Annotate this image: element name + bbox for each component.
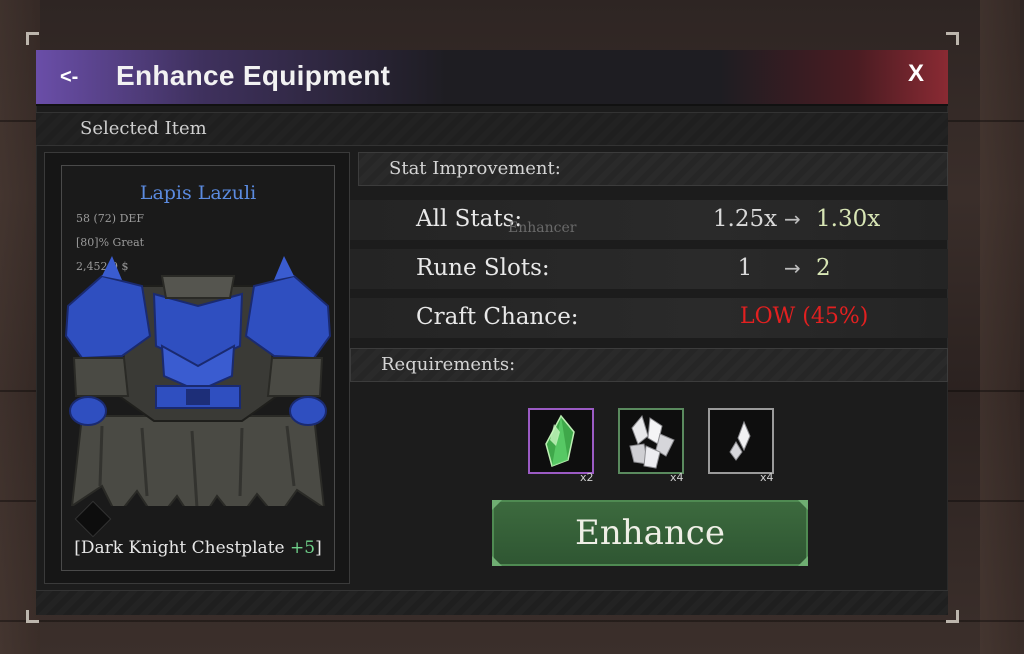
enhance-equipment-window: <- Enhance Equipment X Selected Item Lap… [36,50,948,615]
button-corner [492,556,502,566]
enhance-button-label: Enhance [575,513,725,553]
background-post [980,0,1020,654]
white-shard-icon [729,420,751,461]
selected-item-label: Selected Item [80,118,207,139]
item-title-suffix: ] [315,538,322,558]
stat-row-all-stats: All Stats: Enhancer 1.25x → 1.30x [350,200,948,240]
craft-chance-label: Craft Chance: [416,304,579,330]
item-title-prefix: [Dark Knight Chestplate [74,538,290,558]
selected-item-header: Selected Item [36,112,948,146]
stat-improvement-header: Stat Improvement: [358,152,948,186]
all-stats-to: 1.30x [816,206,881,232]
frame-corner [26,32,39,45]
button-corner [798,500,808,510]
close-button[interactable]: X [908,60,924,88]
item-title: [Dark Knight Chestplate +5] [62,538,334,558]
green-crystal-icon [545,414,575,467]
requirement-slot[interactable] [708,408,774,474]
requirement-count: x4 [670,471,684,484]
rune-slots-label: Rune Slots: [416,255,550,281]
bottom-strip [36,590,948,615]
requirement-count: x4 [760,471,774,484]
item-defense: 58 (72) DEF [76,212,145,225]
background-plank [0,620,1024,622]
arrow-icon: → [784,256,801,280]
white-crystal-cluster-icon [629,414,675,469]
title-bar: <- Enhance Equipment X [36,50,948,106]
arrow-icon: → [784,207,801,231]
stat-improvement-label: Stat Improvement: [389,158,561,179]
requirement-slot[interactable] [618,408,684,474]
background-enhancer-label: Enhancer [508,220,577,236]
back-button[interactable]: <- [60,62,100,92]
item-card[interactable]: Lapis Lazuli 58 (72) DEF [80]% Great 2,4… [44,152,350,584]
rune-slots-from: 1 [737,255,753,281]
button-corner [492,500,502,510]
window-title: Enhance Equipment [116,60,391,91]
requirement-slot[interactable] [528,408,594,474]
requirements-header: Requirements: [350,348,948,382]
button-corner [798,556,808,566]
stat-row-craft-chance: Craft Chance: LOW (45%) [350,298,948,338]
requirement-count: x2 [580,471,594,484]
all-stats-label: All Stats: [416,206,523,232]
rarity-diamond-icon [74,500,112,538]
rune-slots-to: 2 [816,255,831,281]
stat-row-rune-slots: Rune Slots: 1 → 2 [350,249,948,289]
requirements-label: Requirements: [381,354,516,375]
background-post [0,0,40,654]
craft-chance-value: LOW (45%) [740,304,869,329]
item-name: Lapis Lazuli [139,182,257,204]
all-stats-from: 1.25x [712,206,778,232]
item-card-inner: Lapis Lazuli 58 (72) DEF [80]% Great 2,4… [61,165,335,571]
chestplate-image [64,256,332,506]
enhance-button[interactable]: Enhance [492,500,808,566]
item-enhance-level: +5 [290,538,316,558]
frame-corner [946,32,959,45]
